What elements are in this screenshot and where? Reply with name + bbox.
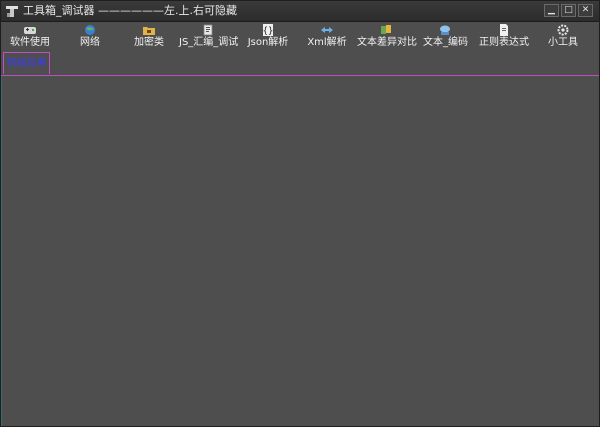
- compare-icon: [381, 25, 391, 34]
- tool-json-parse[interactable]: {} Json解析: [247, 22, 289, 51]
- tool-label: 文本_编码: [423, 37, 468, 48]
- tab-strip: 初始应用: [1, 52, 599, 76]
- content-area: [1, 76, 599, 426]
- gamepad-icon: [24, 27, 36, 34]
- encode-icon: [440, 25, 450, 35]
- app-icon: [6, 6, 18, 17]
- tool-label: 正则表达式: [479, 37, 529, 48]
- tool-label: 文本差异对比: [357, 37, 417, 48]
- window-title: 工具箱_调试器 ——————左.上.右可隐藏: [23, 4, 237, 17]
- svg-text:{}: {}: [263, 27, 274, 37]
- main-window: 工具箱_调试器 ——————左.上.右可隐藏 ▁ □ ✕ 软件使用 网络 加密类…: [0, 0, 600, 427]
- globe-icon: [85, 25, 95, 35]
- tool-regex[interactable]: 正则表达式: [479, 22, 529, 51]
- tool-label: Xml解析: [307, 37, 347, 48]
- tool-label: 软件使用: [10, 37, 50, 48]
- braces-icon: {}: [263, 24, 274, 37]
- close-button[interactable]: ✕: [578, 4, 593, 17]
- gear-icon: [557, 24, 569, 36]
- tool-label: 网络: [80, 37, 100, 48]
- tool-label: 小工具: [548, 37, 578, 48]
- tool-text-diff[interactable]: 文本差异对比: [357, 22, 417, 51]
- tool-xml-parse[interactable]: Xml解析: [307, 22, 347, 51]
- folder-lock-icon: [143, 27, 155, 35]
- tool-software-usage[interactable]: 软件使用: [7, 22, 53, 51]
- tool-small-tools[interactable]: 小工具: [545, 22, 581, 51]
- tool-label: Json解析: [247, 37, 289, 48]
- toolbar: 软件使用 网络 加密类 JS_汇编_调试 {} Json解析 Xml解析 文本差…: [1, 22, 599, 51]
- tool-network[interactable]: 网络: [73, 22, 107, 51]
- tool-encryption[interactable]: 加密类: [129, 22, 169, 51]
- document-icon: [500, 24, 508, 36]
- script-icon: [203, 24, 213, 36]
- tab-label: 初始应用: [6, 58, 47, 69]
- tab-initial-app[interactable]: 初始应用: [3, 52, 50, 74]
- xml-arrows-icon: [321, 27, 333, 33]
- tool-label: 加密类: [134, 37, 164, 48]
- tool-label: JS_汇编_调试: [179, 37, 239, 48]
- tool-js-asm-debug[interactable]: JS_汇编_调试: [179, 22, 239, 51]
- title-bar[interactable]: 工具箱_调试器 ——————左.上.右可隐藏 ▁ □ ✕: [1, 1, 599, 22]
- tool-text-encoding[interactable]: 文本_编码: [423, 22, 468, 51]
- maximize-button[interactable]: □: [561, 4, 576, 17]
- minimize-button[interactable]: ▁: [544, 4, 559, 17]
